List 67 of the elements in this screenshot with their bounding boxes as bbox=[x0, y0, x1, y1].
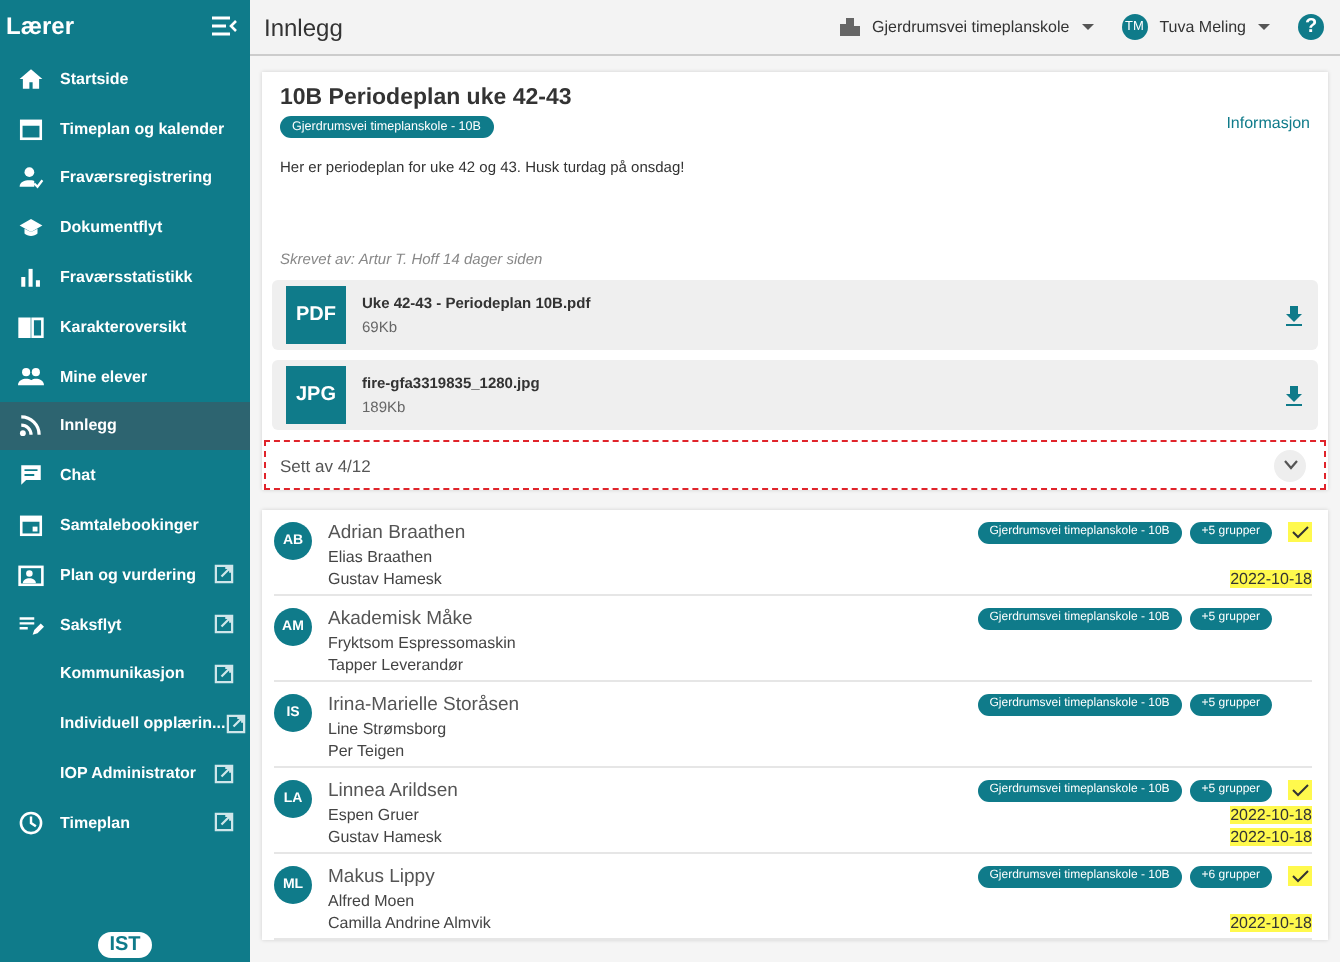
person-check-icon bbox=[18, 164, 44, 191]
guardian-name: Espen Gruer bbox=[328, 806, 419, 824]
guardian-name: Line Strømsborg bbox=[328, 720, 447, 738]
student-name: Akademisk Måke bbox=[328, 607, 473, 629]
sidebar-item[interactable]: Startside bbox=[0, 54, 250, 104]
information-link[interactable]: Informasjon bbox=[1226, 114, 1310, 132]
seen-date: 2022-10-18 bbox=[1230, 570, 1312, 588]
sidebar-item[interactable]: Karakteroversikt bbox=[0, 301, 250, 352]
student-name: Adrian Braathen bbox=[328, 521, 466, 543]
sidebar-item[interactable]: Fraværsstatistikk bbox=[0, 252, 250, 302]
sidebar-item[interactable]: Saksflyt bbox=[0, 599, 250, 650]
chevron-icon bbox=[1283, 460, 1297, 470]
sidebar-item[interactable]: Mine elever bbox=[0, 351, 250, 402]
student-name: Irina-Marielle Storåsen bbox=[328, 693, 520, 715]
home-icon bbox=[18, 65, 44, 92]
student-name: Makus Lippy bbox=[328, 865, 435, 887]
sidebar-item[interactable]: Timeplan og kalender bbox=[0, 103, 250, 154]
download-icon[interactable] bbox=[1286, 305, 1302, 325]
seen-date: 2022-10-18 bbox=[1230, 914, 1312, 932]
sidebar-item[interactable]: Innlegg bbox=[0, 401, 250, 451]
collapse-menu-icon[interactable] bbox=[212, 16, 238, 36]
calendar-icon bbox=[18, 115, 44, 142]
building-icon bbox=[840, 18, 861, 36]
rss-icon bbox=[18, 412, 44, 439]
graduation-cap-icon bbox=[18, 214, 44, 241]
sidebar-item[interactable]: Plan og vurdering bbox=[0, 549, 250, 600]
book-icon bbox=[18, 313, 44, 340]
sidebar-item[interactable]: Fraværsregistrering bbox=[0, 153, 250, 203]
sidebar-item[interactable]: Samtalebookinger bbox=[0, 500, 250, 550]
guardian-name: Gustav Hamesk bbox=[328, 828, 442, 846]
guardian-name: Elias Braathen bbox=[328, 548, 433, 566]
clock-icon bbox=[18, 809, 44, 836]
edit-list-icon bbox=[18, 611, 44, 638]
sidebar-title: Lærer bbox=[6, 12, 75, 40]
seen-by-bar[interactable]: Sett av 4/12 bbox=[264, 440, 1326, 490]
help-button[interactable]: ? bbox=[1298, 14, 1324, 40]
school-selector[interactable]: Gjerdrumsvei timeplanskole bbox=[840, 18, 1094, 36]
file-type-icon: JPG bbox=[286, 366, 346, 424]
logo: IST bbox=[97, 932, 153, 958]
chat-icon bbox=[18, 462, 44, 489]
calendar-event-icon bbox=[18, 512, 44, 539]
sidebar-item[interactable]: Kommunikasjon bbox=[0, 649, 250, 699]
download-icon[interactable] bbox=[1286, 385, 1302, 405]
people-icon bbox=[18, 363, 44, 390]
sidebar-item[interactable]: Dokumentflyt bbox=[0, 202, 250, 253]
expand-button[interactable] bbox=[1274, 449, 1306, 481]
post-title: 10B Periodeplan uke 42-43 bbox=[280, 86, 572, 110]
guardian-name: Camilla Andrine Almvik bbox=[328, 914, 491, 932]
guardian-name: Alfred Moen bbox=[328, 892, 415, 910]
contact-card-icon bbox=[18, 561, 44, 588]
page-title: Innlegg bbox=[264, 13, 345, 41]
caret-icon bbox=[1258, 23, 1270, 31]
caret-icon bbox=[1081, 23, 1094, 31]
guardian-name: Gustav Hamesk bbox=[328, 570, 442, 588]
sidebar-item[interactable]: Chat bbox=[0, 450, 250, 501]
sidebar-item[interactable]: Timeplan bbox=[0, 797, 250, 848]
seen-count: Sett av 4/12 bbox=[280, 455, 371, 475]
guardian-name: Tapper Leverandør bbox=[328, 656, 464, 674]
bar-chart-icon bbox=[18, 264, 44, 291]
sidebar-item[interactable]: IOP Administrator bbox=[0, 748, 250, 798]
guardian-name: Per Teigen bbox=[328, 742, 405, 760]
file-type-icon: PDF bbox=[286, 286, 346, 344]
seen-date: 2022-10-18 bbox=[1230, 806, 1312, 824]
sidebar-item[interactable]: Individuell opplærin... bbox=[0, 698, 250, 749]
guardian-name: Fryktsom Espressomaskin bbox=[328, 634, 516, 652]
seen-date: 2022-10-18 bbox=[1230, 828, 1312, 846]
student-name: Linnea Arildsen bbox=[328, 779, 458, 801]
